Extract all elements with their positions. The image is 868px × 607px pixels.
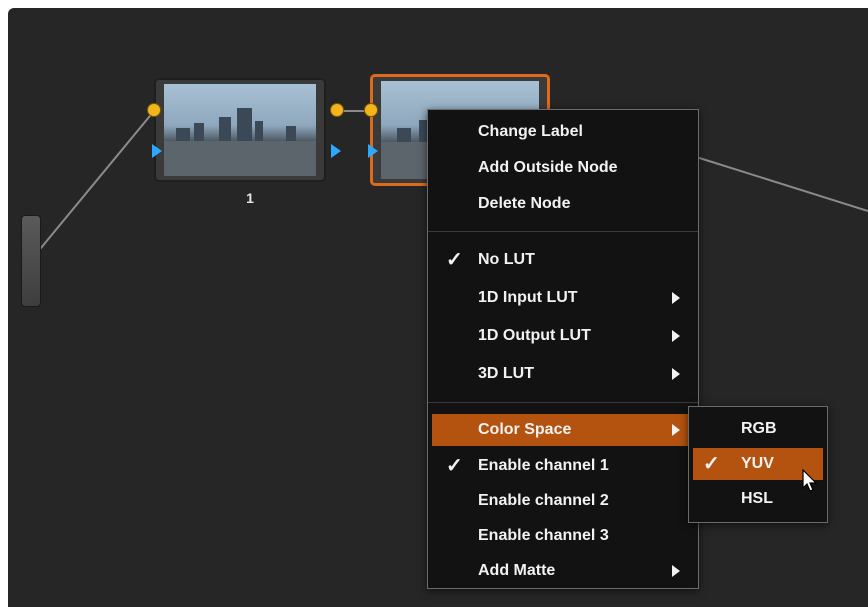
menu-separator (428, 402, 698, 403)
mouse-pointer-icon (802, 469, 818, 492)
menu-item-add-outside-node[interactable]: Add Outside Node (432, 152, 694, 184)
color-space-submenu: RGB ✓ YUV HSL (688, 406, 828, 523)
menu-item-add-matte[interactable]: Add Matte (432, 555, 694, 587)
menu-separator (428, 231, 698, 232)
menu-item-1d-input-lut[interactable]: 1D Input LUT (432, 282, 694, 314)
submenu-arrow-icon (672, 330, 680, 342)
menu-item-1d-output-lut[interactable]: 1D Output LUT (432, 320, 694, 352)
node-2-input-port[interactable] (364, 103, 378, 117)
menu-item-no-lut[interactable]: ✓ No LUT (432, 244, 694, 276)
submenu-arrow-icon (672, 368, 680, 380)
menu-item-3d-lut[interactable]: 3D LUT (432, 358, 694, 390)
node-2-input-arrow-icon (368, 144, 378, 158)
menu-item-enable-channel-2[interactable]: Enable channel 2 (432, 485, 694, 517)
node-1-output-arrow-icon (331, 144, 341, 158)
node-1-input-port[interactable] (147, 103, 161, 117)
menu-item-enable-channel-3[interactable]: Enable channel 3 (432, 520, 694, 552)
check-icon: ✓ (703, 453, 720, 475)
node-1-input-arrow-icon (152, 144, 162, 158)
node-1-label: 1 (246, 190, 254, 206)
check-icon: ✓ (446, 455, 463, 477)
submenu-arrow-icon (672, 424, 680, 436)
menu-item-delete-node[interactable]: Delete Node (432, 188, 694, 220)
source-input-handle[interactable] (21, 215, 41, 307)
submenu-item-rgb[interactable]: RGB (693, 413, 823, 445)
menu-item-change-label[interactable]: Change Label (432, 116, 694, 148)
node-1[interactable] (154, 78, 326, 182)
menu-item-enable-channel-1[interactable]: ✓ Enable channel 1 (432, 450, 694, 482)
node-1-output-port[interactable] (330, 103, 344, 117)
node-graph-canvas[interactable]: 1 Change Label Add Outside Node Delete N… (8, 8, 868, 607)
menu-item-color-space[interactable]: Color Space (432, 414, 694, 446)
node-1-thumbnail (164, 84, 316, 176)
submenu-arrow-icon (672, 565, 680, 577)
node-context-menu: Change Label Add Outside Node Delete Nod… (427, 109, 699, 589)
submenu-arrow-icon (672, 292, 680, 304)
check-icon: ✓ (446, 249, 463, 271)
